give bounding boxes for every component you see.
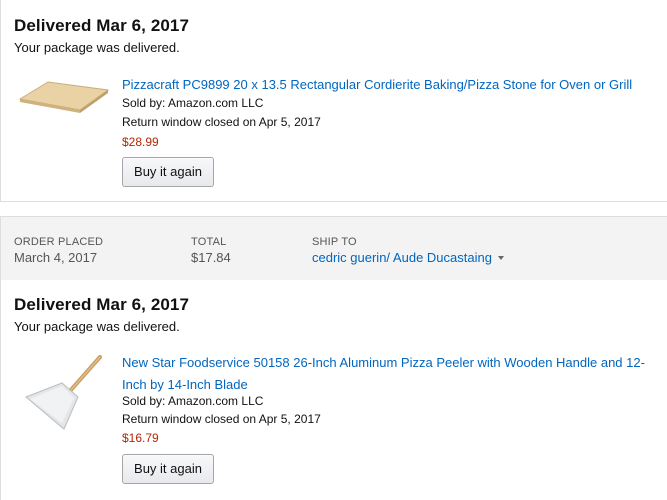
buy-it-again-button[interactable]: Buy it again <box>122 157 214 187</box>
ship-to-name: cedric guerin/ Aude Ducastaing <box>312 250 492 265</box>
item-return-window: Return window closed on Apr 5, 2017 <box>122 115 321 129</box>
item-price: $28.99 <box>122 135 159 149</box>
item-seller: Sold by: Amazon.com LLC <box>122 394 264 408</box>
item-title-link[interactable]: Pizzacraft PC9899 20 x 13.5 Rectangular … <box>122 74 652 96</box>
item-seller: Sold by: Amazon.com LLC <box>122 96 264 110</box>
order-placed-date: March 4, 2017 <box>14 250 98 265</box>
item-title-link[interactable]: New Star Foodservice 50158 26-Inch Alumi… <box>122 352 652 396</box>
buy-it-again-button[interactable]: Buy it again <box>122 454 214 484</box>
item-price: $16.79 <box>122 431 159 445</box>
pizza-peel-image[interactable] <box>20 353 110 431</box>
caret-down-icon <box>497 256 504 260</box>
delivery-status-title: Delivered Mar 6, 2017 <box>14 295 190 314</box>
delivery-status-subtitle: Your package was delivered. <box>14 40 180 55</box>
order-placed-label: ORDER PLACED <box>14 236 104 248</box>
delivery-status-title: Delivered Mar 6, 2017 <box>14 16 190 35</box>
order-total-label: TOTAL <box>191 236 227 248</box>
pizza-stone-image[interactable] <box>18 72 110 116</box>
order-info-header <box>0 216 667 281</box>
ship-to-label: SHIP TO <box>312 236 357 248</box>
item-return-window: Return window closed on Apr 5, 2017 <box>122 412 321 426</box>
ship-to-dropdown[interactable]: cedric guerin/ Aude Ducastaing <box>312 250 504 265</box>
order-total-value: $17.84 <box>191 250 231 265</box>
delivery-status-subtitle: Your package was delivered. <box>14 319 180 334</box>
